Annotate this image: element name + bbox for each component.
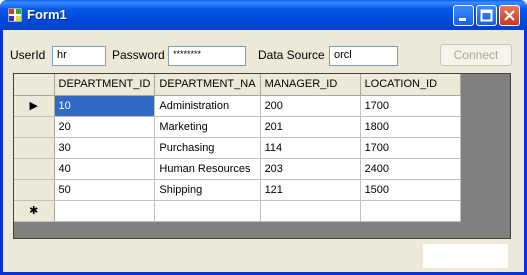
minimize-icon bbox=[459, 18, 466, 21]
cell-department-id[interactable]: 30 bbox=[54, 137, 156, 159]
title-bar[interactable]: Form1 bbox=[0, 0, 527, 30]
new-row-cell[interactable] bbox=[260, 200, 361, 222]
column-header-department-id[interactable]: DEPARTMENT_ID bbox=[54, 74, 156, 96]
cell-department-name[interactable]: Purchasing bbox=[154, 137, 261, 159]
grid-table: DEPARTMENT_ID DEPARTMENT_NA MANAGER_ID L… bbox=[14, 74, 461, 222]
maximize-icon bbox=[480, 9, 493, 22]
new-row[interactable]: ✱ bbox=[14, 200, 461, 222]
cell-location-id[interactable]: 1700 bbox=[360, 137, 461, 159]
cell-location-id[interactable]: 2400 bbox=[360, 158, 461, 180]
redaction-blot bbox=[423, 244, 508, 268]
datasource-label: Data Source bbox=[258, 48, 325, 62]
cell-location-id[interactable]: 1700 bbox=[360, 95, 461, 117]
row-header[interactable] bbox=[14, 116, 55, 138]
app-icon bbox=[8, 8, 22, 22]
row-header[interactable] bbox=[14, 179, 55, 201]
cell-department-name[interactable]: Administration bbox=[154, 95, 261, 117]
userid-label: UserId bbox=[10, 48, 46, 62]
grid-corner-header[interactable] bbox=[14, 74, 55, 96]
cell-location-id[interactable]: 1500 bbox=[360, 179, 461, 201]
window-title: Form1 bbox=[27, 7, 67, 22]
close-button[interactable] bbox=[499, 5, 520, 26]
column-header-manager-id[interactable]: MANAGER_ID bbox=[260, 74, 361, 96]
userid-input[interactable]: hr bbox=[52, 46, 106, 66]
password-input[interactable]: ******** bbox=[168, 46, 246, 66]
cell-department-id[interactable]: 10 bbox=[54, 95, 156, 117]
new-row-cell[interactable] bbox=[154, 200, 261, 222]
new-row-cell[interactable] bbox=[54, 200, 156, 222]
cell-department-id[interactable]: 40 bbox=[54, 158, 156, 180]
column-header-location-id[interactable]: LOCATION_ID bbox=[360, 74, 461, 96]
close-icon bbox=[504, 10, 515, 21]
row-header[interactable] bbox=[14, 137, 55, 159]
datasource-input[interactable]: orcl bbox=[329, 46, 398, 66]
cell-manager-id[interactable]: 201 bbox=[260, 116, 361, 138]
cell-manager-id[interactable]: 200 bbox=[260, 95, 361, 117]
password-label: Password bbox=[112, 48, 165, 62]
data-grid[interactable]: DEPARTMENT_ID DEPARTMENT_NA MANAGER_ID L… bbox=[13, 73, 511, 239]
cell-manager-id[interactable]: 121 bbox=[260, 179, 361, 201]
minimize-button[interactable] bbox=[453, 5, 474, 26]
table-row[interactable]: 20 Marketing 201 1800 bbox=[14, 116, 461, 138]
column-header-department-name[interactable]: DEPARTMENT_NA bbox=[154, 74, 261, 96]
form1-window: Form1 UserId hr Password ******** Data S… bbox=[0, 0, 527, 275]
table-row[interactable]: 40 Human Resources 203 2400 bbox=[14, 158, 461, 180]
cell-department-name[interactable]: Shipping bbox=[154, 179, 261, 201]
cell-manager-id[interactable]: 203 bbox=[260, 158, 361, 180]
cell-department-id[interactable]: 50 bbox=[54, 179, 156, 201]
new-row-indicator-icon[interactable]: ✱ bbox=[14, 200, 55, 222]
connect-button[interactable]: Connect bbox=[440, 44, 512, 66]
row-header[interactable] bbox=[14, 158, 55, 180]
cell-department-name[interactable]: Marketing bbox=[154, 116, 261, 138]
cell-manager-id[interactable]: 114 bbox=[260, 137, 361, 159]
table-row[interactable]: 50 Shipping 121 1500 bbox=[14, 179, 461, 201]
cell-department-id[interactable]: 20 bbox=[54, 116, 156, 138]
maximize-button[interactable] bbox=[476, 5, 497, 26]
table-row[interactable]: 30 Purchasing 114 1700 bbox=[14, 137, 461, 159]
cell-department-name[interactable]: Human Resources bbox=[154, 158, 261, 180]
cell-location-id[interactable]: 1800 bbox=[360, 116, 461, 138]
new-row-cell[interactable] bbox=[360, 200, 461, 222]
current-row-indicator-icon[interactable]: ▶ bbox=[14, 95, 55, 117]
table-row[interactable]: ▶ 10 Administration 200 1700 bbox=[14, 95, 461, 117]
